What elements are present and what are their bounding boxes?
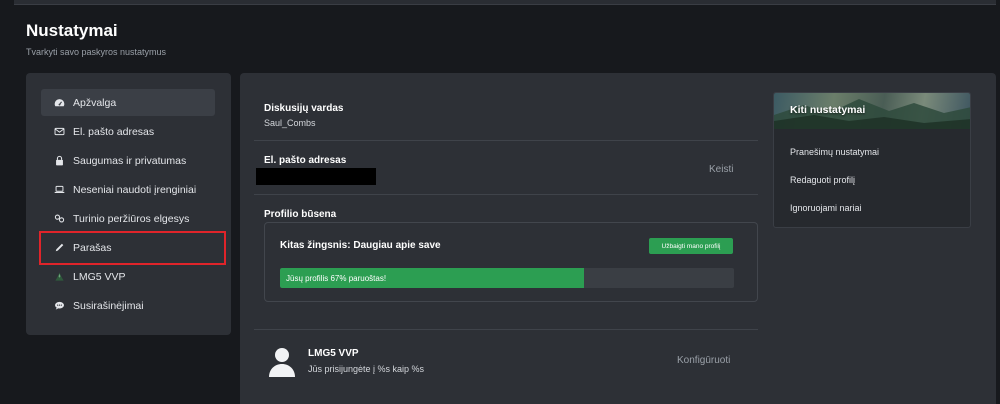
sidebar-item-overview[interactable]: Apžvalga <box>41 89 215 116</box>
sidebar-item-conversations[interactable]: Susirašinėjimai <box>41 292 215 319</box>
profile-progress-bar: Jūsų profilis 67% paruoštas! <box>280 268 734 288</box>
divider <box>254 329 758 330</box>
sidebar-item-email[interactable]: El. pašto adresas <box>41 118 215 145</box>
page-title: Nustatymai <box>26 21 118 40</box>
sidebar-item-content-preview[interactable]: Turinio peržiūros elgesys <box>41 205 215 232</box>
lmg5-logo-icon <box>53 271 65 283</box>
configure-link[interactable]: Konfigūruoti <box>677 355 730 366</box>
other-settings-card: Kiti nustatymai Pranešimų nustatymai Red… <box>773 92 971 228</box>
sidebar-item-devices[interactable]: Neseniai naudoti įrenginiai <box>41 176 215 203</box>
sidebar-item-lmg5[interactable]: LMG5 VVP <box>41 263 215 290</box>
profile-status-box: Kitas žingsnis: Daugiau apie save Užbaig… <box>264 222 758 302</box>
email-label: El. pašto adresas <box>264 155 347 166</box>
email-edit-link[interactable]: Keisti <box>709 164 733 175</box>
other-settings-title: Kiti nustatymai <box>790 104 866 116</box>
profile-status-label: Profilio būsena <box>264 209 337 220</box>
redacted-email-value <box>256 168 376 185</box>
divider <box>254 140 758 141</box>
page-subtitle: Tvarkyti savo paskyros nustatymus <box>26 47 167 57</box>
chat-bubble-icon <box>53 300 65 312</box>
connected-account-description: Jūs prisijungėte į %s kaip %s <box>308 364 425 374</box>
divider <box>254 194 758 195</box>
sidebar-item-label: Susirašinėjimai <box>73 299 144 312</box>
settings-sidebar: Apžvalga El. pašto adresas Saugumas ir p… <box>26 73 231 335</box>
envelope-icon <box>53 126 65 138</box>
sidebar-item-label: El. pašto adresas <box>73 125 155 138</box>
sidebar-item-label: Turinio peržiūros elgesys <box>73 212 190 225</box>
signature-highlight-box <box>39 231 226 265</box>
sidebar-item-label: Apžvalga <box>73 96 117 109</box>
edit-profile-link[interactable]: Redaguoti profilį <box>790 175 855 185</box>
progress-text: Jūsų profilis 67% paruoštas! <box>286 273 387 283</box>
username-value: Saul_Combs <box>264 118 316 128</box>
connected-account-name: LMG5 VVP <box>308 348 359 359</box>
username-label: Diskusijų vardas <box>264 103 344 114</box>
top-navigation-bar <box>14 0 996 5</box>
sidebar-item-label: Neseniai naudoti įrenginiai <box>73 183 197 196</box>
lock-icon <box>53 155 65 167</box>
notification-settings-link[interactable]: Pranešimų nustatymai <box>790 147 879 157</box>
sidebar-item-label: Saugumas ir privatumas <box>73 154 187 167</box>
laptop-icon <box>53 184 65 196</box>
link-icon <box>53 213 65 225</box>
profile-progress-fill: Jūsų profilis 67% paruoštas! <box>280 268 585 288</box>
other-settings-header: Kiti nustatymai <box>774 93 970 129</box>
pencil-icon <box>53 242 65 254</box>
complete-profile-button[interactable]: Užbaigti mano profilį <box>649 238 733 254</box>
sidebar-item-security[interactable]: Saugumas ir privatumas <box>41 147 215 174</box>
next-step-heading: Kitas žingsnis: Daugiau apie save <box>280 240 441 251</box>
ignored-members-link[interactable]: Ignoruojami nariai <box>790 203 862 213</box>
sidebar-item-label: Parašas <box>73 241 112 254</box>
avatar <box>268 345 296 377</box>
dashboard-icon <box>53 97 65 109</box>
settings-main-panel: Diskusijų vardas Saul_Combs El. pašto ad… <box>240 73 996 404</box>
sidebar-item-label: LMG5 VVP <box>73 270 126 283</box>
sidebar-item-signature[interactable]: Parašas <box>39 231 226 265</box>
